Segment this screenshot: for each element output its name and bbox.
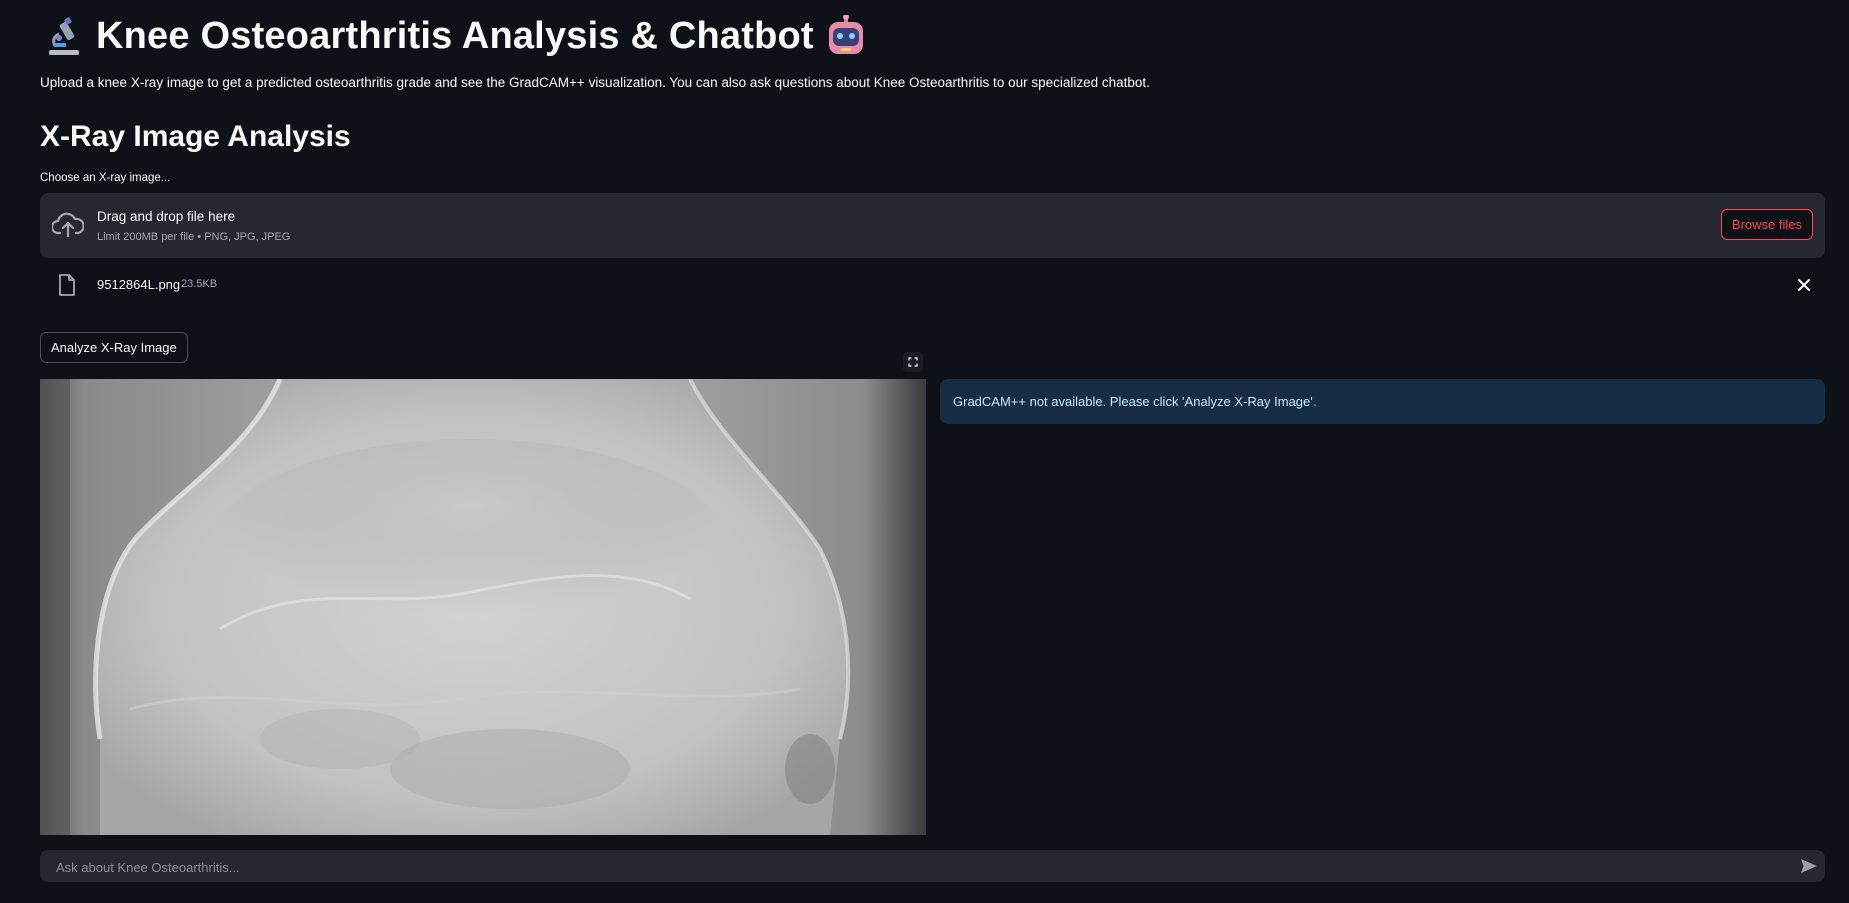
analyze-xray-button[interactable]: Analyze X-Ray Image	[40, 332, 188, 363]
microscope-icon	[44, 14, 84, 58]
app-page: Knee Osteoarthritis Analysis & Chatbot U…	[0, 0, 1849, 903]
cloud-upload-icon	[50, 211, 85, 239]
close-icon[interactable]	[1795, 276, 1813, 294]
dropzone-instruction: Drag and drop file here	[97, 209, 236, 224]
uploaded-file-size: 23.5KB	[181, 278, 218, 290]
send-icon[interactable]	[1799, 856, 1819, 876]
fullscreen-icon[interactable]	[903, 352, 923, 372]
page-description: Upload a knee X-ray image to get a predi…	[40, 75, 1150, 90]
title-row: Knee Osteoarthritis Analysis & Chatbot	[44, 14, 866, 58]
section-heading: X-Ray Image Analysis	[40, 120, 351, 153]
file-icon	[58, 274, 76, 296]
uploaded-file-row: 9512864L.png 23.5KB	[40, 271, 1825, 299]
xray-image	[40, 379, 926, 835]
dropzone-limit: Limit 200MB per file • PNG, JPG, JPEG	[97, 231, 291, 243]
gradcam-info-alert: GradCAM++ not available. Please click 'A…	[940, 379, 1825, 424]
uploader-label: Choose an X-ray image...	[40, 172, 171, 184]
chat-input[interactable]	[54, 850, 1758, 884]
uploaded-file-name: 9512864L.png	[97, 277, 181, 292]
page-title: Knee Osteoarthritis Analysis & Chatbot	[96, 14, 814, 57]
browse-files-button[interactable]: Browse files	[1720, 209, 1813, 240]
chat-input-bar	[40, 850, 1825, 884]
file-dropzone[interactable]: Drag and drop file here Limit 200MB per …	[40, 193, 1825, 258]
robot-icon	[826, 14, 866, 58]
gradcam-info-text: GradCAM++ not available. Please click 'A…	[953, 394, 1317, 409]
